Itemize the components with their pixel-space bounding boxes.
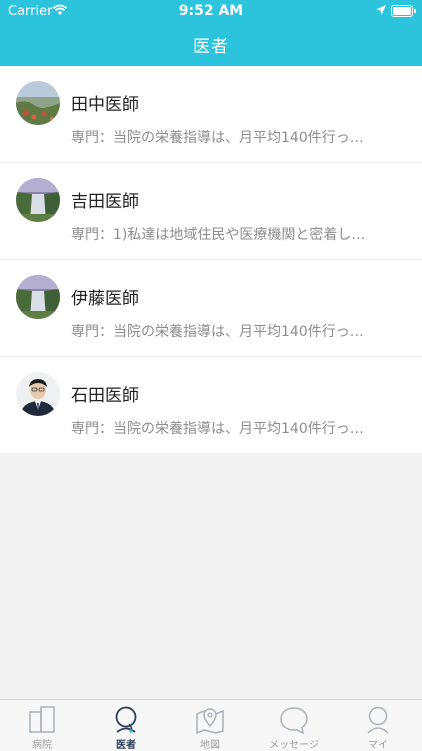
tab-hospital[interactable]: 病院 (0, 700, 84, 751)
tab-label: 地図 (200, 740, 220, 751)
doctor-specialty: 専門：当院の栄養指導は、月平均140件行っ… (71, 421, 364, 437)
doctor-name: 田中医師 (71, 95, 139, 115)
tab-label: マイ (368, 740, 388, 751)
doctor-icon (115, 706, 137, 733)
doctor-row[interactable]: 吉田医師 専門：1)私達は地域住民や医療機関と密着し… (0, 163, 422, 260)
tab-label: メッセージ (269, 740, 319, 751)
page-title: 医者 (193, 37, 229, 57)
battery-icon (391, 5, 416, 17)
tab-profile[interactable]: マイ (336, 700, 420, 751)
doctor-name: 伊藤医師 (71, 289, 139, 309)
doctor-name: 吉田医師 (71, 192, 139, 212)
tab-doctor[interactable]: 医者 (84, 700, 168, 751)
doctor-row[interactable]: 伊藤医師 専門：当院の栄養指導は、月平均140件行っ… (0, 260, 422, 357)
person-avatar (16, 372, 60, 416)
tab-bar: 病院 医者 地図 メッセージ マイ (0, 699, 422, 751)
doctor-list: 田中医師 専門：当院の栄養指導は、月平均140件行っ… 吉田医師 専門：1)私達… (0, 66, 422, 453)
location-arrow-icon (376, 5, 386, 15)
doctor-specialty: 専門：当院の栄養指導は、月平均140件行っ… (71, 130, 364, 146)
tab-map[interactable]: 地図 (168, 700, 252, 751)
doctor-specialty: 専門：1)私達は地域住民や医療機関と密着し… (71, 227, 366, 243)
clock: 9:52 AM (178, 3, 244, 19)
hospital-icon (29, 706, 55, 733)
waterfall-avatar (16, 275, 60, 319)
status-bar: Carrier 9:52 AM (0, 0, 422, 22)
doctor-row[interactable]: 田中医師 専門：当院の栄養指導は、月平均140件行っ… (0, 66, 422, 163)
tab-label: 医者 (116, 740, 136, 751)
tab-messages[interactable]: メッセージ (252, 700, 336, 751)
doctor-specialty: 専門：当院の栄養指導は、月平均140件行っ… (71, 324, 364, 340)
message-icon (280, 707, 308, 734)
landscape-avatar (16, 81, 60, 125)
profile-icon (367, 706, 389, 734)
doctor-name: 石田医師 (71, 386, 139, 406)
waterfall-avatar (16, 178, 60, 222)
map-icon (196, 708, 224, 734)
navigation-header: Carrier 9:52 AM 医者 (0, 0, 422, 66)
tab-label: 病院 (32, 740, 52, 751)
doctor-row[interactable]: 石田医師 専門：当院の栄養指導は、月平均140件行っ… (0, 357, 422, 453)
